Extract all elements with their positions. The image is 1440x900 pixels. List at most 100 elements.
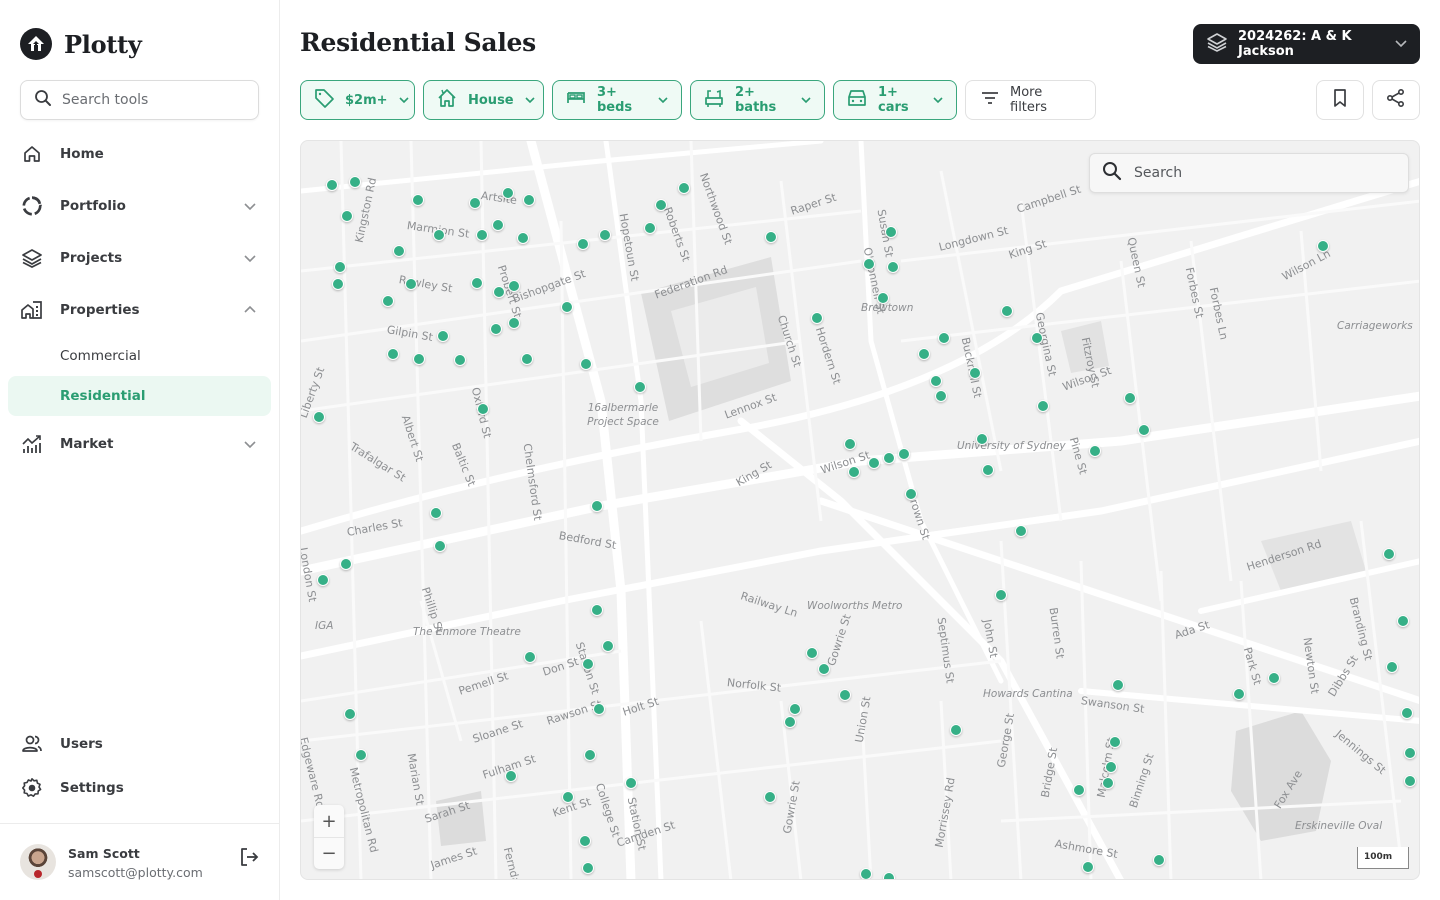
property-pin[interactable]: [935, 390, 947, 402]
property-pin[interactable]: [341, 210, 353, 222]
property-pin[interactable]: [1037, 400, 1049, 412]
property-pin[interactable]: [387, 348, 399, 360]
property-pin[interactable]: [430, 507, 442, 519]
filter-beds[interactable]: 3+ beds: [552, 80, 682, 120]
property-pin[interactable]: [938, 332, 950, 344]
property-pin[interactable]: [433, 229, 445, 241]
property-pin[interactable]: [848, 466, 860, 478]
more-filters-button[interactable]: More filters: [965, 80, 1096, 120]
property-pin[interactable]: [602, 640, 614, 652]
chevron-down-icon[interactable]: [243, 250, 257, 269]
property-pin[interactable]: [493, 286, 505, 298]
brand[interactable]: Plotty: [20, 28, 142, 60]
property-pin[interactable]: [508, 317, 520, 329]
property-pin[interactable]: [313, 411, 325, 423]
property-pin[interactable]: [883, 452, 895, 464]
property-pin[interactable]: [1015, 525, 1027, 537]
property-pin[interactable]: [591, 604, 603, 616]
sidebar-item-properties[interactable]: Properties: [8, 284, 271, 336]
property-pin[interactable]: [1073, 784, 1085, 796]
property-pin[interactable]: [806, 647, 818, 659]
property-pin[interactable]: [521, 353, 533, 365]
sidebar-subitem-residential[interactable]: Residential: [8, 376, 271, 416]
property-pin[interactable]: [1153, 854, 1165, 866]
property-pin[interactable]: [469, 197, 481, 209]
property-pin[interactable]: [490, 323, 502, 335]
map-view[interactable]: Kingston Rd Artsite Marmion St Probert St Ro…: [300, 140, 1420, 880]
property-pin[interactable]: [1109, 736, 1121, 748]
filter-property-type[interactable]: House: [423, 80, 544, 120]
property-pin[interactable]: [1317, 240, 1329, 252]
property-pin[interactable]: [784, 716, 796, 728]
property-pin[interactable]: [1102, 777, 1114, 789]
property-pin[interactable]: [477, 403, 489, 415]
avatar[interactable]: [20, 844, 56, 880]
property-pin[interactable]: [508, 280, 520, 292]
zoom-out-button[interactable]: −: [314, 837, 344, 869]
property-pin[interactable]: [562, 791, 574, 803]
property-pin[interactable]: [868, 457, 880, 469]
property-pin[interactable]: [349, 176, 361, 188]
property-pin[interactable]: [860, 868, 872, 879]
property-pin[interactable]: [476, 229, 488, 241]
property-pin[interactable]: [561, 301, 573, 313]
property-pin[interactable]: [523, 194, 535, 206]
property-pin[interactable]: [1386, 661, 1398, 673]
property-pin[interactable]: [811, 312, 823, 324]
sidebar-item-settings[interactable]: Settings: [8, 766, 271, 810]
property-pin[interactable]: [579, 835, 591, 847]
property-pin[interactable]: [625, 777, 637, 789]
property-pin[interactable]: [344, 708, 356, 720]
search-tools-input[interactable]: [62, 92, 242, 108]
property-pin[interactable]: [437, 330, 449, 342]
property-pin[interactable]: [982, 464, 994, 476]
property-pin[interactable]: [765, 231, 777, 243]
property-pin[interactable]: [969, 367, 981, 379]
property-pin[interactable]: [405, 278, 417, 290]
property-pin[interactable]: [634, 381, 646, 393]
property-pin[interactable]: [1001, 305, 1013, 317]
property-pin[interactable]: [599, 229, 611, 241]
property-pin[interactable]: [591, 500, 603, 512]
property-pin[interactable]: [1233, 688, 1245, 700]
filter-baths[interactable]: 2+ baths: [690, 80, 825, 120]
property-pin[interactable]: [887, 261, 899, 273]
sidebar-item-users[interactable]: Users: [8, 722, 271, 766]
map-search-field[interactable]: [1089, 153, 1409, 193]
property-pin[interactable]: [584, 749, 596, 761]
property-pin[interactable]: [818, 663, 830, 675]
property-pin[interactable]: [1082, 861, 1094, 873]
property-pin[interactable]: [863, 258, 875, 270]
property-pin[interactable]: [317, 574, 329, 586]
property-pin[interactable]: [1383, 548, 1395, 560]
property-pin[interactable]: [883, 872, 895, 879]
property-pin[interactable]: [434, 540, 446, 552]
filter-price[interactable]: $2m+: [300, 80, 415, 120]
property-pin[interactable]: [413, 353, 425, 365]
property-pin[interactable]: [1031, 332, 1043, 344]
sidebar-item-portfolio[interactable]: Portfolio: [8, 180, 271, 232]
property-pin[interactable]: [502, 187, 514, 199]
property-pin[interactable]: [885, 226, 897, 238]
search-tools-field[interactable]: [20, 80, 259, 120]
property-pin[interactable]: [393, 245, 405, 257]
property-pin[interactable]: [995, 589, 1007, 601]
property-pin[interactable]: [334, 261, 346, 273]
chevron-down-icon[interactable]: [243, 436, 257, 455]
property-pin[interactable]: [1089, 445, 1101, 457]
property-pin[interactable]: [877, 292, 889, 304]
map-search-input[interactable]: [1134, 165, 1394, 181]
property-pin[interactable]: [505, 770, 517, 782]
share-button[interactable]: [1372, 80, 1420, 120]
property-pin[interactable]: [1105, 761, 1117, 773]
property-pin[interactable]: [412, 194, 424, 206]
property-pin[interactable]: [950, 724, 962, 736]
property-pin[interactable]: [577, 238, 589, 250]
sidebar-item-home[interactable]: Home: [8, 128, 271, 180]
chevron-up-icon[interactable]: [243, 302, 257, 321]
property-pin[interactable]: [1404, 775, 1416, 787]
sidebar-subitem-commercial[interactable]: Commercial: [8, 336, 271, 376]
property-pin[interactable]: [1124, 392, 1136, 404]
property-pin[interactable]: [789, 703, 801, 715]
property-pin[interactable]: [930, 375, 942, 387]
